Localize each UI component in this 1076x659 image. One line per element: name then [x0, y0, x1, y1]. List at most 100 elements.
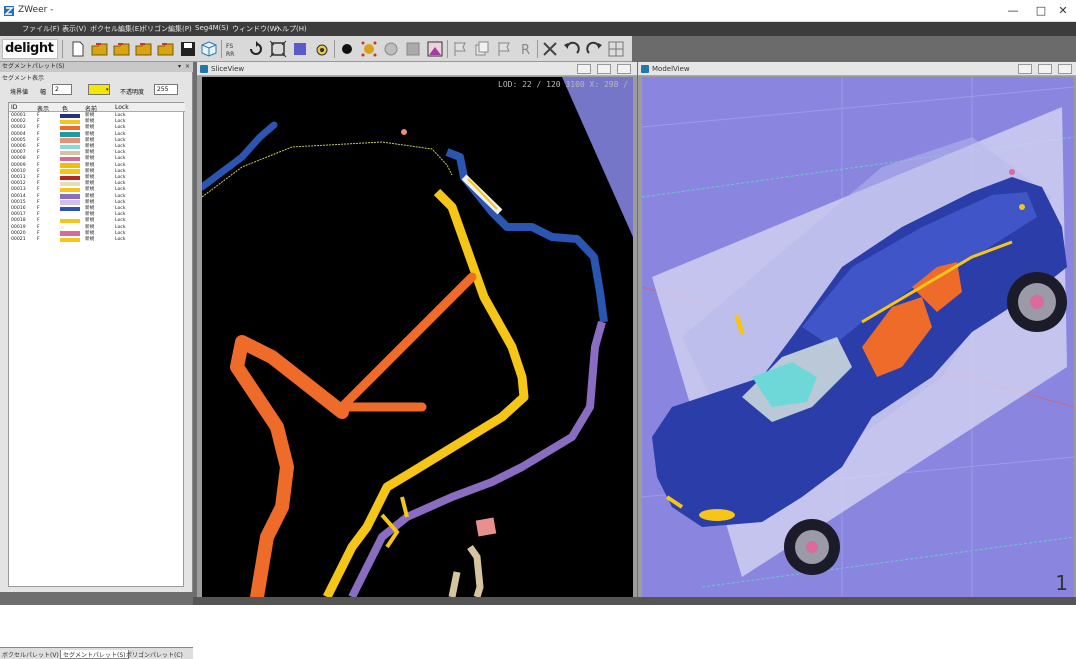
segment-color-swatch[interactable]	[60, 187, 80, 193]
maximize-button[interactable]	[597, 64, 611, 74]
camera-icon[interactable]	[312, 39, 332, 59]
minimize-button[interactable]	[1018, 64, 1032, 74]
col-name[interactable]: 名前	[85, 104, 97, 113]
col-lock[interactable]: Lock	[115, 104, 129, 111]
table-row[interactable]: 00016 F 新規 Lock	[9, 206, 185, 212]
table-row[interactable]: 00020 F 新規 Lock	[9, 231, 185, 237]
save-icon[interactable]	[178, 39, 198, 59]
open-folder-icon[interactable]	[156, 39, 176, 59]
redo-icon[interactable]	[584, 39, 604, 59]
table-row[interactable]: 00008 F 新規 Lock	[9, 156, 185, 162]
close-icon[interactable]: ×	[185, 62, 190, 72]
image-icon[interactable]	[425, 39, 445, 59]
table-row[interactable]: 00006 F 新規 Lock	[9, 144, 185, 150]
table-row[interactable]: 00019 F 新規 Lock	[9, 225, 185, 231]
segment-color-swatch[interactable]	[60, 206, 80, 212]
tab-segment-palette[interactable]: セグメントパレット(S)	[60, 650, 129, 659]
square-icon[interactable]	[403, 39, 423, 59]
close-window-button[interactable]: ✕	[1050, 3, 1076, 19]
cube-icon[interactable]	[199, 39, 219, 59]
flag-icon[interactable]	[450, 39, 470, 59]
col-id[interactable]: ID	[11, 104, 17, 111]
segment-color-swatch[interactable]	[60, 132, 80, 137]
frame-icon[interactable]	[268, 39, 288, 59]
segment-color-swatch[interactable]	[60, 218, 80, 224]
segment-visibility: F	[37, 150, 40, 156]
table-row[interactable]: 00017 F 新規 Lock	[9, 212, 185, 218]
close-button[interactable]	[617, 64, 631, 74]
segment-color-swatch[interactable]	[60, 138, 80, 143]
menu-window[interactable]: ウィンドウ(W)	[232, 24, 279, 34]
minimize-button[interactable]	[577, 64, 591, 74]
segment-color-swatch[interactable]	[60, 237, 80, 243]
segment-color-swatch[interactable]	[60, 181, 80, 187]
r-icon[interactable]: R	[516, 39, 536, 59]
table-row[interactable]: 00021 F 新規 Lock	[9, 237, 185, 243]
table-row[interactable]: 00010 F 新規 Lock	[9, 169, 185, 175]
segment-color-swatch[interactable]	[60, 113, 80, 119]
circle-icon[interactable]	[381, 39, 401, 59]
segment-visibility: F	[37, 125, 40, 131]
maximize-button[interactable]	[1038, 64, 1052, 74]
width-input[interactable]: 2	[52, 84, 72, 95]
table-row[interactable]: 00009 F 新規 Lock	[9, 163, 185, 169]
segment-color-swatch[interactable]	[60, 150, 80, 156]
table-row[interactable]: 00002 F 新規 Lock	[9, 119, 185, 125]
square-icon[interactable]	[290, 39, 310, 59]
table-row[interactable]: 00014 F 新規 Lock	[9, 194, 185, 200]
segment-color-swatch[interactable]	[60, 125, 80, 131]
segment-color-swatch[interactable]	[60, 169, 80, 174]
segment-color-swatch[interactable]	[60, 156, 80, 162]
table-row[interactable]: 00001 F 新規 Lock	[9, 113, 185, 119]
open-folder-icon[interactable]	[112, 39, 132, 59]
segment-color-swatch[interactable]	[60, 194, 80, 199]
segment-color-swatch[interactable]	[60, 119, 80, 125]
close-icon[interactable]	[540, 39, 560, 59]
grid-small-icon[interactable]	[606, 39, 626, 59]
open-folder-icon[interactable]	[90, 39, 110, 59]
new-file-icon[interactable]	[68, 39, 88, 59]
model-canvas[interactable]: 1	[642, 77, 1074, 597]
segment-color-swatch[interactable]	[60, 212, 80, 218]
sphere-icon[interactable]	[359, 39, 379, 59]
copy-icon[interactable]	[472, 39, 492, 59]
menu-file[interactable]: ファイル(F)	[22, 24, 60, 34]
table-row[interactable]: 00015 F 新規 Lock	[9, 200, 185, 206]
menu-help[interactable]: ヘルプ(H)	[275, 24, 307, 34]
segment-color-swatch[interactable]	[60, 231, 80, 236]
minimize-button[interactable]: —	[1000, 3, 1026, 19]
menu-seg[interactable]: Seg4M(S)	[195, 24, 229, 32]
col-show[interactable]: 表示	[37, 104, 49, 113]
table-row[interactable]: 00003 F 新規 Lock	[9, 125, 185, 131]
table-row[interactable]: 00012 F 新規 Lock	[9, 181, 185, 187]
menu-polygon-edit[interactable]: ポリゴン編集(P)	[140, 24, 192, 34]
table-row[interactable]: 00005 F 新規 Lock	[9, 138, 185, 144]
table-row[interactable]: 00013 F 新規 Lock	[9, 187, 185, 193]
opacity-input[interactable]: 255	[154, 84, 178, 95]
segment-color-swatch[interactable]	[60, 144, 80, 150]
pin-icon[interactable]: ▾	[178, 62, 181, 72]
slice-canvas[interactable]: LOD: 22 / 120 3100 X: 298 / 517	[202, 77, 633, 597]
table-row[interactable]: 00007 F 新規 Lock	[9, 150, 185, 156]
col-color[interactable]: 色	[62, 104, 68, 113]
table-row[interactable]: 00004 F 新規 Lock	[9, 132, 185, 138]
segment-color-swatch[interactable]	[60, 225, 80, 230]
menu-voxel-edit[interactable]: ボクセル編集(E)	[90, 24, 142, 34]
table-row[interactable]: 00011 F 新規 Lock	[9, 175, 185, 181]
tab-voxel-palette[interactable]: ボクセルパレット(V)	[0, 650, 61, 659]
rotate-icon[interactable]	[246, 39, 266, 59]
dot-icon[interactable]	[337, 39, 357, 59]
segment-color-swatch[interactable]	[60, 175, 80, 181]
close-button[interactable]	[1058, 64, 1072, 74]
segment-name: 新規	[85, 175, 95, 180]
menu-view[interactable]: 表示(V)	[62, 24, 86, 34]
undo-icon[interactable]	[562, 39, 582, 59]
flag-icon[interactable]	[494, 39, 514, 59]
grid-icon[interactable]: FS RR	[224, 39, 244, 59]
open-folder-icon[interactable]	[134, 39, 154, 59]
chevron-down-icon[interactable]: ▾	[106, 87, 109, 93]
segment-color-swatch[interactable]	[60, 200, 80, 205]
segment-color-swatch[interactable]	[60, 163, 80, 168]
table-row[interactable]: 00018 F 新規 Lock	[9, 218, 185, 224]
tab-polygon-palette[interactable]: ポリゴンパレット(C)	[124, 650, 185, 659]
